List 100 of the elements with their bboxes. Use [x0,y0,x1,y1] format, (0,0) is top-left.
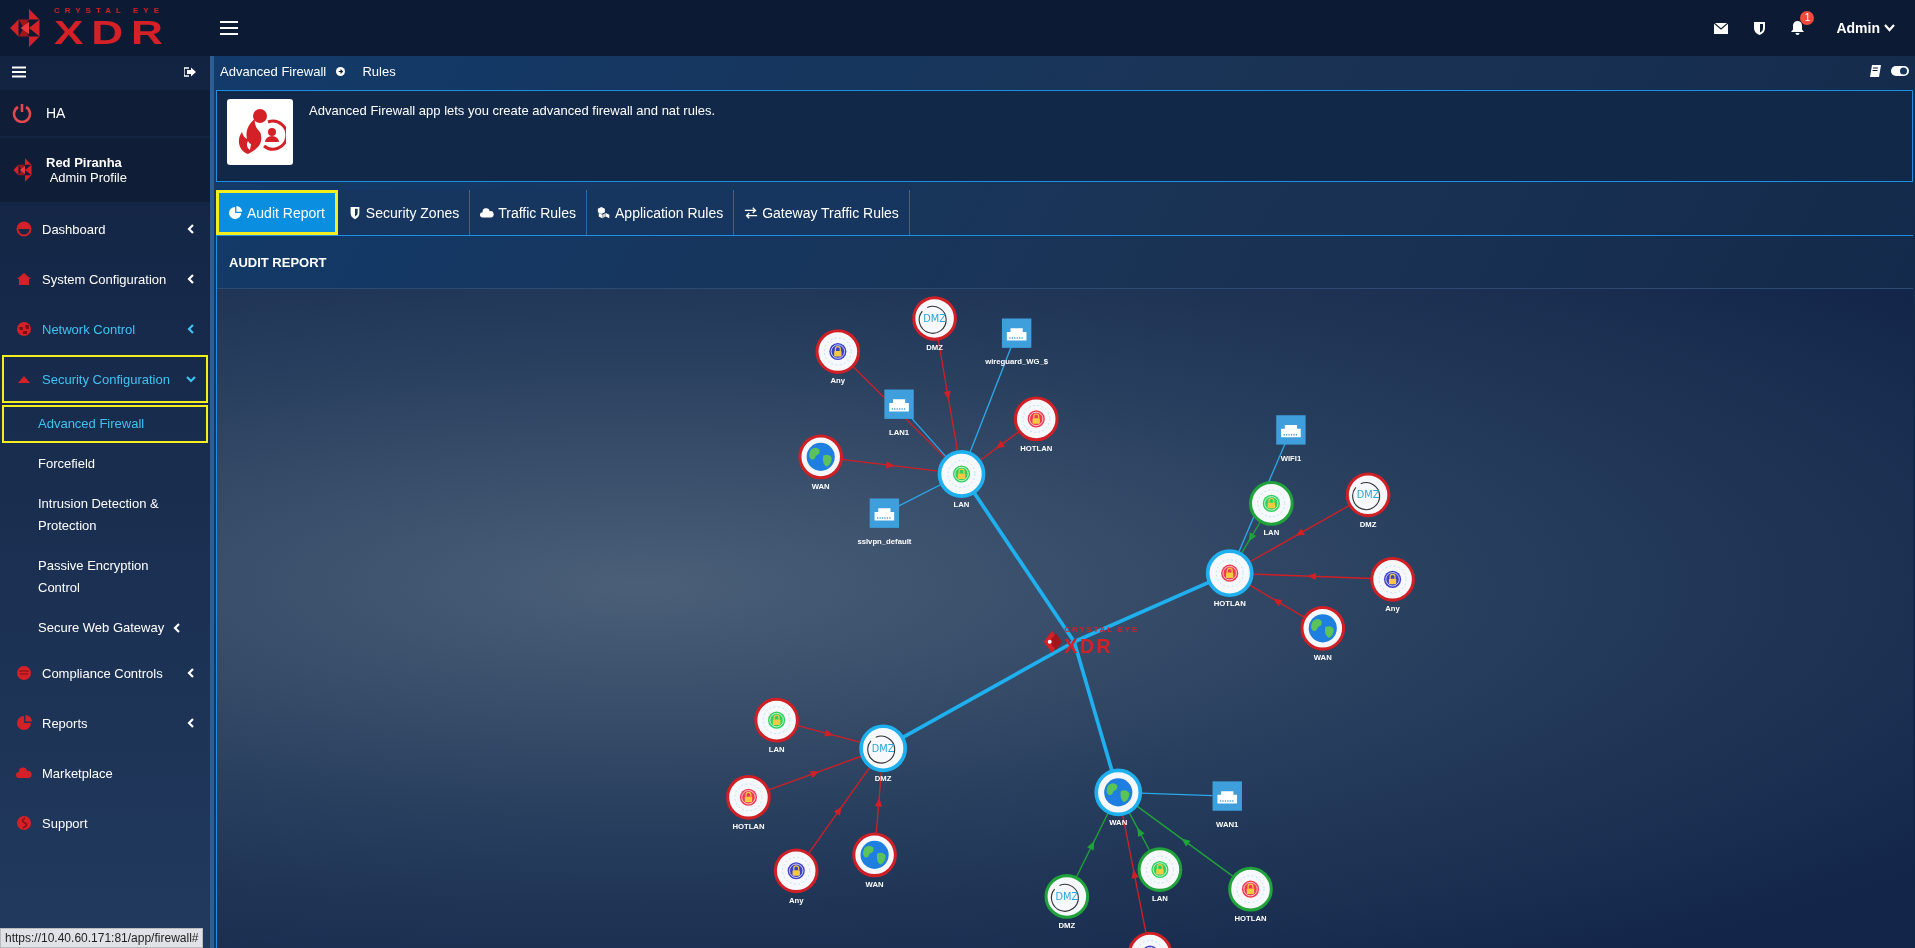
zone-node[interactable] [1370,556,1415,602]
zone-node[interactable] [1249,481,1294,526]
cubes-icon [597,205,611,220]
nav-item[interactable]: Marketplace [2,749,208,797]
node-label: WAN [1313,653,1332,663]
nav-subitem[interactable]: Advanced Firewall [2,405,208,443]
node-label: LAN [1152,894,1168,904]
chevron-icon [186,224,196,234]
node-label: DMZ [1058,921,1076,931]
node-label: WAN [811,481,830,491]
logo-tagline: CRYSTAL EYE [54,7,164,15]
nav-item[interactable]: System Configuration [2,255,208,303]
nav-item[interactable]: Security Configuration [2,355,208,403]
nav-item[interactable]: Reports [2,699,208,747]
zone-node[interactable] [754,697,799,743]
tab[interactable]: Audit Report [216,190,338,235]
status-url: https://10.40.60.171:81/app/firewall# [0,928,204,948]
breadcrumb-current: Rules [361,63,396,79]
profile-role: Admin Profile [48,170,127,185]
swap-arrows-icon [744,205,759,220]
logo-wordmark: XDR [54,15,172,49]
nav-item[interactable]: Dashboard [2,205,208,253]
chevron-icon [186,274,196,284]
profile-name: Red Piranha [46,155,123,170]
shield-icon[interactable] [1754,21,1766,35]
tab[interactable]: Security Zones [337,190,471,235]
gauge-icon [16,221,32,237]
nav-subitem[interactable]: Intrusion Detection & Protection [2,485,208,545]
node-label: HOTLAN [1020,443,1053,453]
nav-subitem[interactable]: Forcefield [2,445,208,483]
node-label: HOTLAN [1213,599,1246,609]
node-label: HOTLAN [1234,913,1267,923]
ha-label: HA [46,105,66,121]
mail-icon[interactable] [1714,22,1729,34]
pie-chart-icon [229,205,243,220]
ethernet-port-icon [1276,415,1306,445]
zone-node[interactable] [852,832,897,878]
notification-count: 1 [1800,11,1815,25]
breadcrumb-link[interactable]: Advanced Firewall [220,63,327,79]
node-label: WAN1 [1216,819,1239,829]
dmz-label: DMZ [1356,489,1380,501]
dmz-label: DMZ [1055,891,1079,903]
nav-item[interactable]: Compliance Controls [2,649,208,697]
node-label: sslvpn_default [857,536,912,546]
chevron-icon [186,718,196,728]
app-logo [227,99,293,165]
zone-node[interactable] [773,848,819,894]
node-label: HOTLAN [732,822,765,832]
zone-node[interactable] [1013,396,1059,442]
list-icon [16,665,32,681]
ethernet-port-icon [869,498,900,528]
chevron-icon [172,623,183,633]
caret-icon [1884,24,1895,32]
nav-item[interactable]: Support [2,799,208,847]
node-label: Any [1385,604,1400,614]
chevron-icon [186,324,196,334]
chevron-icon [186,374,196,384]
sign-out-icon[interactable] [184,67,196,77]
zone-node[interactable] [937,450,986,498]
node-label: LAN1 [889,427,910,437]
toggle-switch[interactable] [1891,66,1909,76]
notification-bell-icon[interactable] [1791,21,1805,35]
house-icon [16,271,32,287]
nav-subitem[interactable]: Passive Encryption Control [2,547,208,607]
chevron-icon [186,668,196,678]
zone-node[interactable] [1094,768,1143,817]
tab[interactable]: Traffic Rules [470,190,587,235]
zone-node[interactable] [1137,847,1183,892]
zone-node[interactable] [1205,549,1254,598]
panel-title: AUDIT REPORT [229,254,327,270]
zone-node[interactable] [815,329,861,374]
node-label: WAN [865,879,884,889]
nav-item[interactable]: Network Control [2,305,208,353]
app-description: Advanced Firewall app lets you create advanced firewall and nat rules. [309,102,716,120]
cloud-icon [480,205,495,220]
book-icon[interactable] [1869,65,1881,77]
node-label: DMZ [1359,519,1377,529]
menu-icon[interactable] [220,20,238,36]
power-icon[interactable] [12,103,32,123]
zone-node[interactable] [1228,866,1273,912]
zone-node[interactable] [798,434,844,480]
node-label: Any [830,376,846,386]
zone-node[interactable] [726,774,771,820]
arrow-circle-icon [336,66,346,76]
zone-node[interactable] [1300,605,1346,651]
nav-subitem[interactable]: Secure Web Gateway [2,609,208,647]
ethernet-port-icon [884,389,914,419]
node-label: LAN [953,500,970,510]
user-menu[interactable]: Admin [1830,19,1901,37]
dmz-label: DMZ [871,743,895,754]
menu-icon[interactable] [12,66,26,78]
node-label: LAN [1263,528,1280,538]
node-label: Any [788,895,804,905]
node-label: WIFI1 [1280,453,1302,463]
dmz-label: DMZ [923,313,946,325]
node-label: LAN [768,745,785,754]
globe-icon [16,321,32,337]
cloud-icon [16,765,32,781]
zone-node[interactable] [1127,931,1173,948]
ethernet-port-icon [1001,318,1032,348]
